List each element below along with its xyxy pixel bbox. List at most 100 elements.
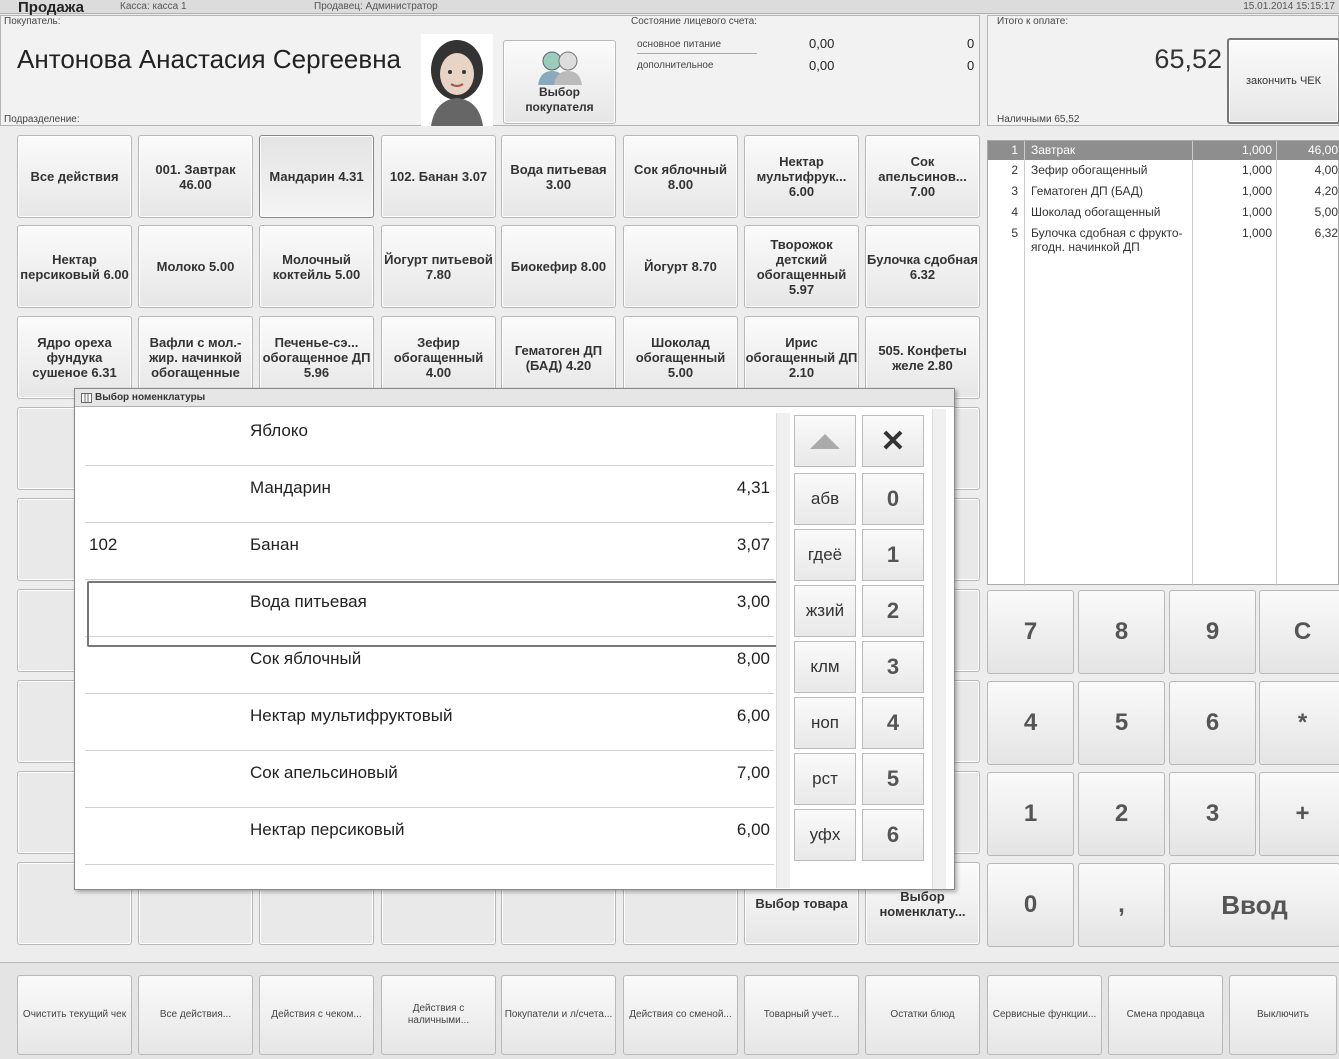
- inventory-button[interactable]: Товарный учет...: [744, 975, 859, 1055]
- key-plus[interactable]: +: [1259, 772, 1339, 856]
- product-button[interactable]: 505. Конфеты желе 2.80: [865, 316, 980, 399]
- product-button[interactable]: Печенье-сэ... обогащенное ДП 5.96: [259, 316, 374, 399]
- letter-filter-button[interactable]: клм: [794, 641, 856, 693]
- users-icon: [537, 51, 582, 85]
- keys-scrollbar[interactable]: [932, 409, 946, 889]
- service-functions-button[interactable]: Сервисные функции...: [987, 975, 1102, 1055]
- receipt-row[interactable]: 2 Зефир обогащенный 1,000 4,00: [988, 162, 1339, 182]
- letter-filter-button[interactable]: гдеё: [794, 529, 856, 581]
- key-0[interactable]: 0: [987, 863, 1074, 947]
- letter-filter-button[interactable]: уфх: [794, 809, 856, 861]
- receipt-n: 4: [1011, 205, 1018, 219]
- total-panel: Итого к оплате: 65,52 Наличными 65,52 за…: [987, 15, 1339, 126]
- product-button[interactable]: Гематоген ДП (БАД) 4.20: [501, 316, 616, 399]
- key-9[interactable]: 9: [1169, 590, 1256, 674]
- product-button[interactable]: Молоко 5.00: [138, 225, 253, 308]
- nomenclature-row[interactable]: Нектар персиковый 6,00: [85, 808, 774, 865]
- key-5[interactable]: 5: [1078, 681, 1165, 765]
- receipt-qty: 1,000: [1241, 226, 1272, 240]
- letter-filter-button[interactable]: жзий: [794, 585, 856, 637]
- product-button[interactable]: Вафли с мол.-жир. начинкой обогащенные: [138, 316, 253, 399]
- shift-actions-button[interactable]: Действия со сменой...: [623, 975, 738, 1055]
- key-6[interactable]: 6: [1169, 681, 1256, 765]
- product-button[interactable]: Мандарин 4.31: [259, 135, 374, 218]
- receipt-row[interactable]: 5 Булочка сдобная с фрукто-ягодн. начинко…: [988, 225, 1339, 254]
- receipt-sum: 4,20: [1314, 184, 1338, 198]
- key-3[interactable]: 3: [1169, 772, 1256, 856]
- dish-remains-button[interactable]: Остатки блюд: [865, 975, 980, 1055]
- receipt-row[interactable]: 3 Гематоген ДП (БАД) 1,000 4,20: [988, 183, 1339, 203]
- digit-filter-button[interactable]: 5: [862, 753, 924, 805]
- receipt-name: Зефир обогащенный: [1031, 163, 1148, 177]
- nomenclature-row[interactable]: Мандарин 4,31: [85, 466, 774, 523]
- cash-actions-button[interactable]: Действия с наличными...: [381, 975, 496, 1055]
- digit-filter-button[interactable]: 4: [862, 697, 924, 749]
- product-button[interactable]: Биокефир 8.00: [501, 225, 616, 308]
- product-button[interactable]: Булочка сдобная 6.32: [865, 225, 980, 308]
- product-button[interactable]: Творожок детский обогащенный 5.97: [744, 225, 859, 308]
- all-actions-button[interactable]: Все действия...: [138, 975, 253, 1055]
- triangle-up-icon: [810, 434, 840, 449]
- letter-filter-button[interactable]: рст: [794, 753, 856, 805]
- row-name: Нектар мультифруктовый: [250, 706, 453, 725]
- cash-amount: Наличными 65,52: [997, 114, 1080, 125]
- key-comma[interactable]: ,: [1078, 863, 1165, 947]
- digit-filter-button[interactable]: 6: [862, 809, 924, 861]
- product-button[interactable]: Молочный коктейль 5.00: [259, 225, 374, 308]
- key-7[interactable]: 7: [987, 590, 1074, 674]
- key-enter[interactable]: Ввод: [1169, 863, 1339, 947]
- key-8[interactable]: 8: [1078, 590, 1165, 674]
- letter-filter-button[interactable]: абв: [794, 473, 856, 525]
- shutdown-button[interactable]: Выключить: [1229, 975, 1337, 1055]
- customer-panel: Покупатель: Антонова Анастасия Сергеевна…: [0, 15, 980, 126]
- product-button[interactable]: Йогурт питьевой 7.80: [381, 225, 496, 308]
- receipt-row[interactable]: 4 Шоколад обогащенный 1,000 5,00: [988, 204, 1339, 224]
- datetime-label: 15.01.2014 15:15:17: [1243, 1, 1335, 12]
- product-button[interactable]: Сок апельсинов... 7.00: [865, 135, 980, 218]
- product-button[interactable]: Ирис обогащенный ДП 2.10: [744, 316, 859, 399]
- product-button[interactable]: Вода питьевая 3.00: [501, 135, 616, 218]
- close-dialog-button[interactable]: ✕: [862, 415, 924, 467]
- letter-filter-button[interactable]: ноп: [794, 697, 856, 749]
- product-button[interactable]: Шоколад обогащенный 5.00: [623, 316, 738, 399]
- receipt-sum: 46,00: [1307, 143, 1338, 157]
- product-button[interactable]: Ядро ореха фундука сушеное 6.31: [17, 316, 132, 399]
- selected-row-highlight: [87, 581, 790, 647]
- key-clear[interactable]: C: [1259, 590, 1339, 674]
- digit-filter-button[interactable]: 2: [862, 585, 924, 637]
- customers-accounts-button[interactable]: Покупатели и л/счета...: [501, 975, 616, 1055]
- receipt-row[interactable]: 1 Завтрак 1,000 46,00: [988, 142, 1339, 162]
- receipt-actions-button[interactable]: Действия с чеком...: [259, 975, 374, 1055]
- product-button[interactable]: Нектар персиковый 6.00: [17, 225, 132, 308]
- nomenclature-row[interactable]: Нектар мультифруктовый 6,00: [85, 694, 774, 751]
- key-2[interactable]: 2: [1078, 772, 1165, 856]
- receipt-n: 3: [1011, 184, 1018, 198]
- nomenclature-row[interactable]: Яблоко: [85, 409, 774, 466]
- window-title: Продажа: [18, 0, 84, 16]
- product-button[interactable]: Сок яблочный 8.00: [623, 135, 738, 218]
- product-button[interactable]: Зефир обогащенный 4.00: [381, 316, 496, 399]
- row-name: Сок яблочный: [250, 649, 362, 668]
- product-button[interactable]: 102. Банан 3.07: [381, 135, 496, 218]
- product-button[interactable]: Нектар мультифрук... 6.00: [744, 135, 859, 218]
- digit-filter-button[interactable]: 1: [862, 529, 924, 581]
- scroll-up-button[interactable]: [794, 415, 856, 467]
- product-button[interactable]: Все действия: [17, 135, 132, 218]
- key-multiply[interactable]: *: [1259, 681, 1339, 765]
- nomenclature-row[interactable]: 102 Банан 3,07: [85, 523, 774, 580]
- digit-filter-button[interactable]: 0: [862, 473, 924, 525]
- account-main-extra: 0: [967, 36, 975, 51]
- product-button[interactable]: Йогурт 8.70: [623, 225, 738, 308]
- receipt-qty: 1,000: [1241, 205, 1272, 219]
- finish-receipt-button[interactable]: закончить ЧЕК: [1227, 38, 1339, 124]
- select-customer-button[interactable]: Выбор покупателя: [503, 40, 616, 124]
- key-1[interactable]: 1: [987, 772, 1074, 856]
- key-4[interactable]: 4: [987, 681, 1074, 765]
- change-seller-button[interactable]: Смена продавца: [1108, 975, 1223, 1055]
- product-button[interactable]: 001. Завтрак 46.00: [138, 135, 253, 218]
- list-scrollbar[interactable]: [776, 413, 790, 888]
- nomenclature-row[interactable]: Сок апельсиновый 7,00: [85, 751, 774, 808]
- digit-filter-button[interactable]: 3: [862, 641, 924, 693]
- customer-photo: [421, 34, 493, 126]
- clear-receipt-button[interactable]: Очистить текущий чек: [17, 975, 132, 1055]
